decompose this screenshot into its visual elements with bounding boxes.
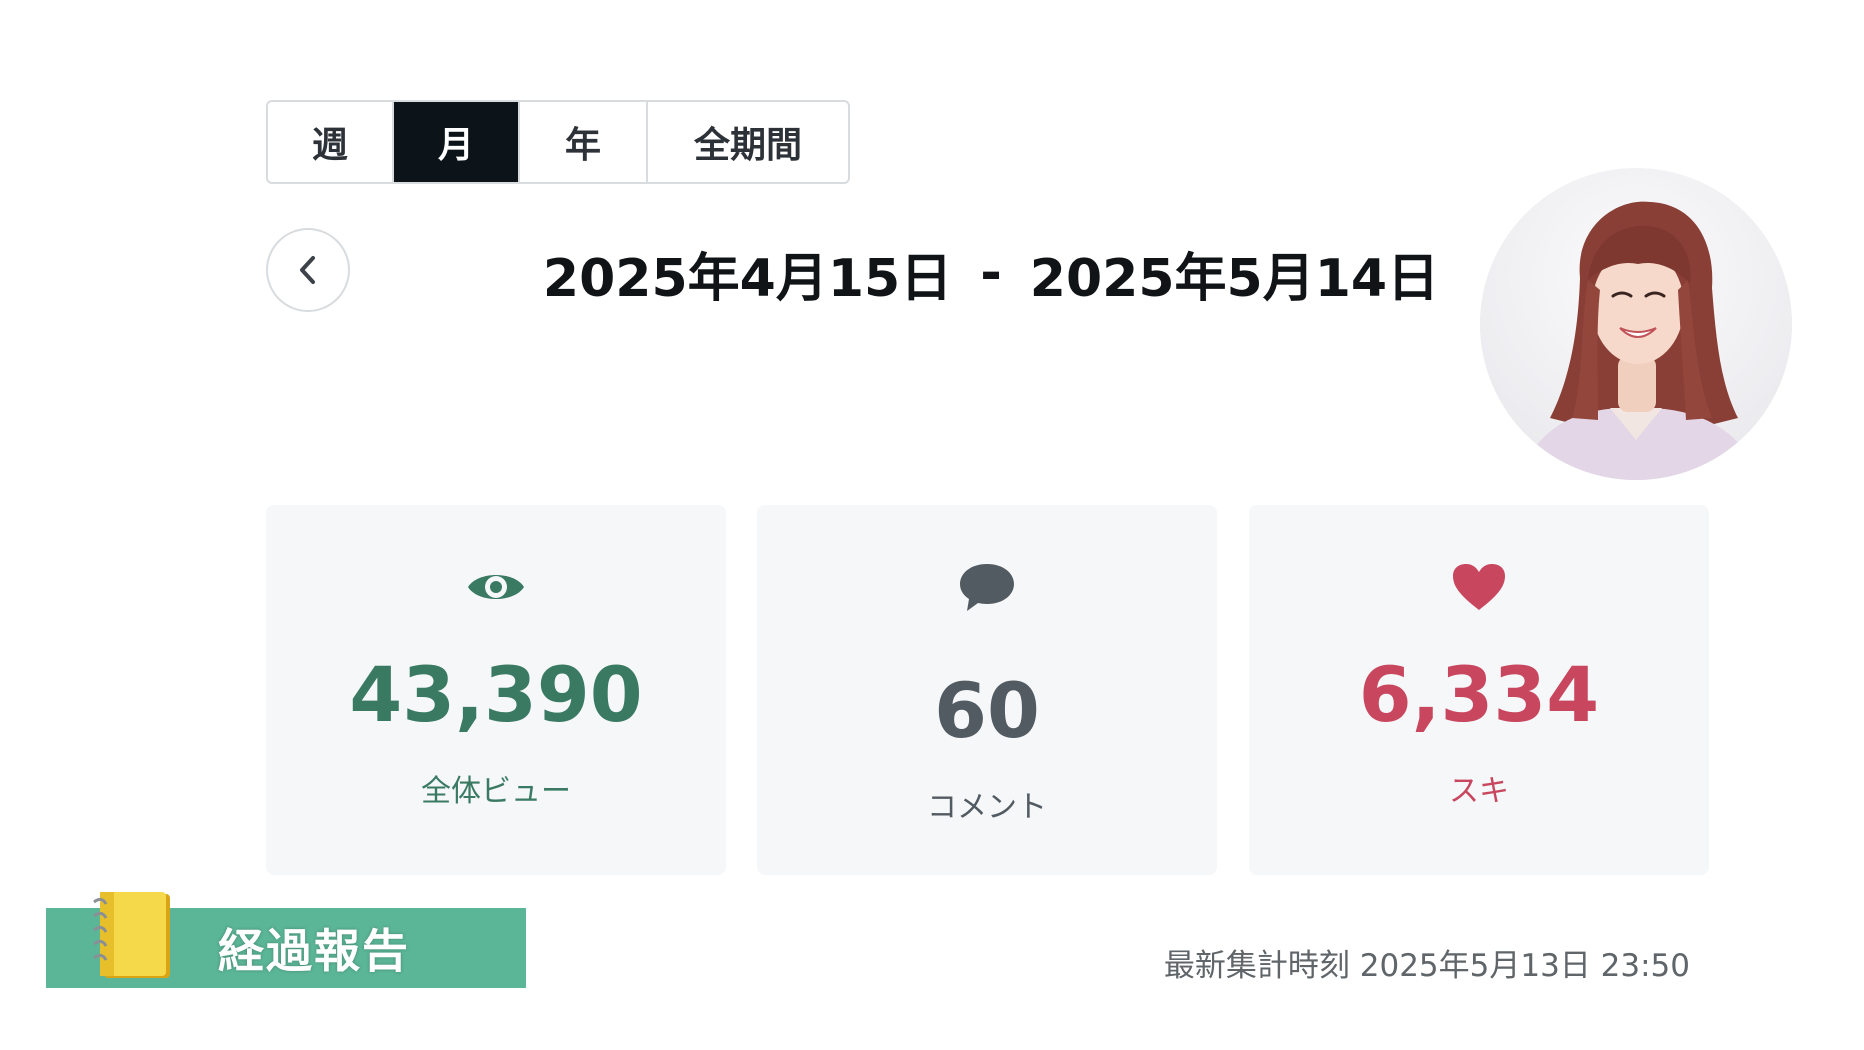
user-photo [1480, 168, 1792, 480]
speech-bubble-icon [955, 555, 1019, 619]
date-range-start: 2025年4月15日 [542, 248, 953, 309]
views-label: 全体ビュー [421, 774, 571, 809]
last-updated-timestamp: 最新集計時刻 2025年5月13日 23:50 [1163, 948, 1690, 984]
period-tabs: 週 月 年 全期間 [266, 100, 850, 184]
chevron-left-icon [300, 256, 315, 284]
notebook-icon [88, 888, 176, 984]
likes-count: 6,334 [1358, 650, 1600, 739]
tab-all-time[interactable]: 全期間 [648, 102, 848, 182]
date-range: 2025年4月15日 - 2025年5月14日 [543, 238, 1439, 309]
comments-label: コメント [927, 790, 1047, 825]
eye-icon [464, 555, 528, 619]
comments-card: 60 コメント [757, 505, 1217, 875]
comments-count: 60 [934, 666, 1040, 755]
banner-title: 経過報告 [218, 924, 410, 978]
likes-card: 6,334 スキ [1249, 505, 1709, 875]
views-count: 43,390 [349, 650, 643, 739]
tab-year[interactable]: 年 [520, 102, 648, 182]
avatar [1480, 168, 1792, 480]
previous-period-button[interactable] [266, 228, 350, 312]
heart-icon [1447, 555, 1511, 619]
tab-month[interactable]: 月 [394, 102, 520, 182]
views-card: 43,390 全体ビュー [266, 505, 726, 875]
likes-label: スキ [1449, 774, 1509, 809]
tab-week[interactable]: 週 [268, 102, 394, 182]
date-range-separator: - [980, 243, 1002, 303]
date-range-end: 2025年5月14日 [1029, 248, 1440, 309]
